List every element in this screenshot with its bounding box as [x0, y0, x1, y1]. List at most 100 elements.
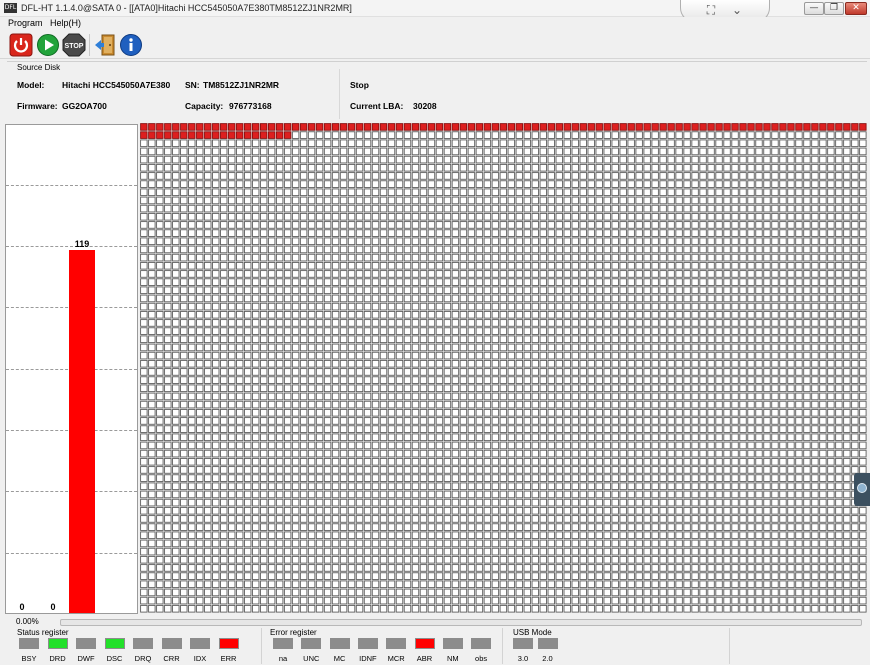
sector-block	[467, 196, 476, 205]
sector-block	[763, 376, 771, 384]
sector-block	[547, 466, 555, 474]
sector-block	[747, 474, 755, 482]
sector-block	[180, 131, 188, 139]
sector-block	[563, 376, 571, 384]
sector-block	[363, 278, 372, 286]
sector-block	[835, 457, 843, 466]
sector-block	[443, 449, 452, 458]
sector-block	[291, 392, 300, 401]
sector-block	[731, 417, 739, 425]
sector-block	[555, 270, 563, 278]
sector-block	[275, 474, 284, 482]
sector-block	[427, 163, 436, 172]
sector-block	[267, 196, 276, 205]
sector-block	[827, 449, 835, 458]
sector-block	[299, 376, 308, 384]
sector-block	[731, 270, 739, 278]
sector-block	[763, 425, 771, 433]
sector-block	[220, 245, 228, 254]
sector-block	[204, 433, 212, 442]
sector-block	[731, 163, 739, 172]
sector-block	[339, 343, 348, 352]
sector-block	[667, 457, 675, 466]
sector-block	[140, 196, 148, 205]
sector-block	[140, 212, 148, 221]
sector-block	[347, 237, 356, 246]
sector-block	[196, 425, 204, 433]
sector-block	[451, 237, 460, 246]
sector-block	[851, 449, 859, 458]
power-button[interactable]	[9, 33, 33, 57]
sector-block	[363, 531, 372, 540]
sector-block	[275, 335, 284, 344]
sector-block	[180, 237, 188, 246]
sector-block	[755, 457, 763, 466]
sector-block	[595, 123, 603, 131]
sector-block	[355, 147, 364, 156]
sector-block	[571, 490, 579, 499]
sector-block	[531, 131, 539, 139]
sector-block	[827, 286, 835, 295]
sector-block	[587, 359, 595, 368]
sector-block	[571, 180, 579, 188]
sector-block	[547, 376, 555, 384]
sector-block	[723, 400, 731, 409]
sector-block	[315, 400, 324, 409]
sector-block	[675, 441, 683, 450]
menu-program[interactable]: Program	[8, 18, 43, 28]
sector-block	[451, 539, 460, 548]
sector-block	[803, 302, 811, 311]
sector-block	[259, 147, 268, 156]
sector-block	[196, 384, 204, 393]
sector-block	[451, 531, 460, 540]
sector-block	[803, 229, 811, 237]
sector-block	[443, 335, 452, 344]
sector-block	[827, 506, 835, 515]
sector-block	[196, 523, 204, 531]
sector-block	[244, 384, 252, 393]
sector-block	[755, 351, 763, 360]
sector-block	[339, 229, 348, 237]
sector-block	[387, 204, 396, 213]
info-button[interactable]	[119, 33, 143, 57]
play-button[interactable]	[36, 33, 60, 57]
sector-block	[212, 359, 220, 368]
restore-button[interactable]: ❐	[824, 2, 844, 15]
sector-block	[228, 204, 236, 213]
sector-block	[523, 196, 532, 205]
sector-block	[555, 278, 563, 286]
sector-block	[539, 515, 547, 523]
sector-block	[299, 139, 308, 148]
sector-block	[579, 196, 587, 205]
sector-block	[475, 531, 484, 540]
sector-block	[451, 302, 460, 311]
sector-block	[371, 425, 380, 433]
stop-button[interactable]: STOP	[62, 33, 86, 57]
sector-block	[771, 368, 779, 376]
sector-block	[148, 212, 156, 221]
sector-block	[236, 498, 244, 507]
minimize-button[interactable]: —	[804, 2, 824, 15]
sector-block	[587, 139, 595, 148]
sector-block	[156, 335, 164, 344]
sector-block	[212, 253, 220, 262]
sector-block	[683, 327, 691, 335]
sector-block	[275, 539, 284, 548]
sector-block	[531, 506, 539, 515]
exit-button[interactable]	[93, 33, 117, 57]
sector-block	[236, 180, 244, 188]
sector-block	[164, 449, 172, 458]
close-button[interactable]: ✕	[845, 2, 867, 15]
sector-block	[379, 555, 388, 564]
sector-block	[611, 555, 619, 564]
menu-help[interactable]: Help(H)	[50, 18, 81, 28]
sector-block	[355, 384, 364, 393]
sector-block	[220, 441, 228, 450]
sector-block	[403, 204, 412, 213]
sector-block	[267, 343, 276, 352]
sector-block	[771, 449, 779, 458]
sector-block	[156, 123, 164, 131]
sector-block	[379, 229, 388, 237]
sector-block	[675, 131, 683, 139]
sector-block	[491, 253, 500, 262]
